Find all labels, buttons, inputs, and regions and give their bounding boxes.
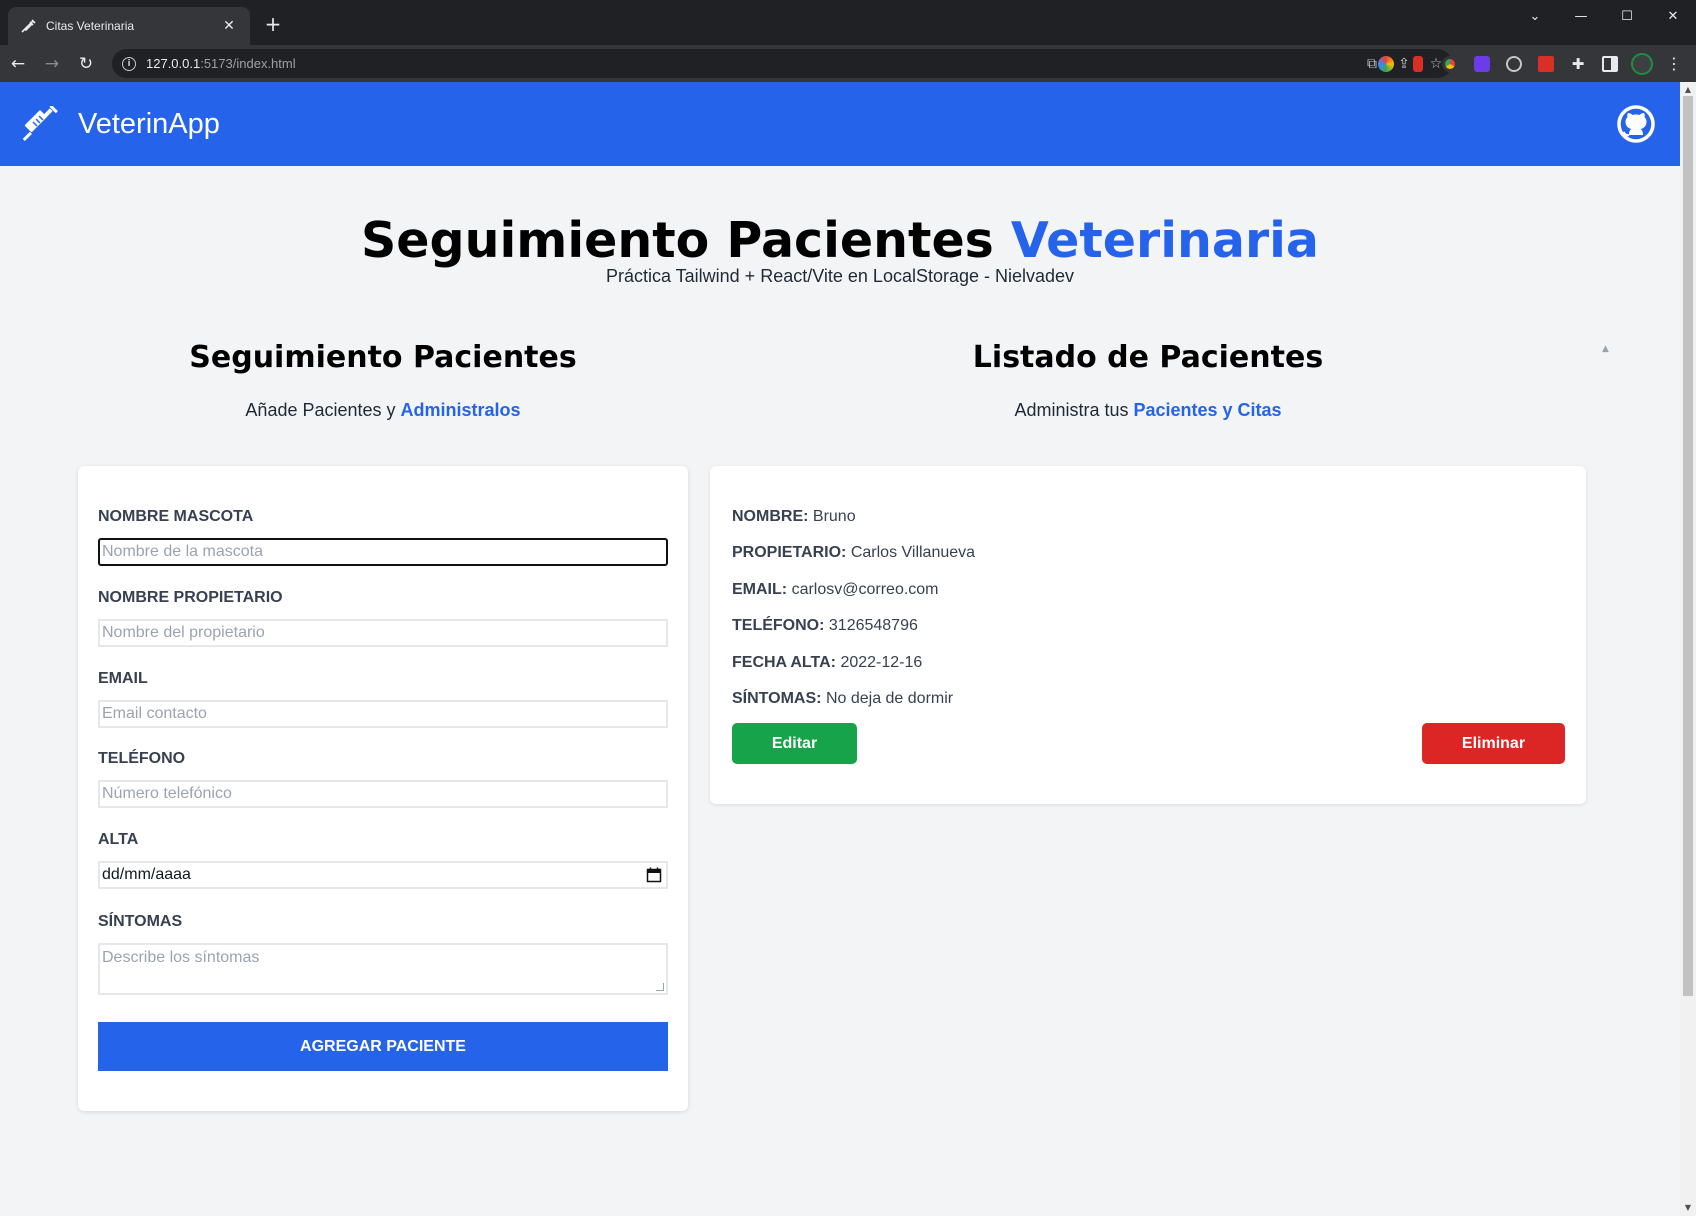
page-title-accent: Veterinaria xyxy=(1010,212,1319,269)
close-window-button[interactable]: ✕ xyxy=(1650,0,1696,32)
form-section-subtitle-prefix: Añade Pacientes y xyxy=(245,400,401,420)
symptoms-textarea[interactable]: Describe los síntomas xyxy=(98,943,668,995)
list-scroll-up-icon[interactable]: ▲ xyxy=(1602,344,1609,354)
syringe-icon xyxy=(20,18,36,34)
patient-symptoms-row: SÍNTOMAS: No deja de dormir xyxy=(732,690,953,708)
patient-phone-label: TELÉFONO: xyxy=(732,617,825,634)
extensions-puzzle-icon[interactable]: ✚ xyxy=(1562,45,1594,82)
brand-name[interactable]: VeterinApp xyxy=(78,108,220,141)
owner-name-input[interactable]: Nombre del propietario xyxy=(98,619,668,647)
browser-tab[interactable]: Citas Veterinaria ✕ xyxy=(8,7,250,45)
date-label: ALTA xyxy=(98,831,139,848)
extension-purple-icon[interactable] xyxy=(1466,45,1498,82)
page-scrollbar-thumb[interactable] xyxy=(1683,96,1693,996)
address-bar[interactable]: i 127.0.0.1 :5173/index.html ⧉ ⇪ ☆ xyxy=(112,49,1452,78)
browser-toolbar: ← → ↻ i 127.0.0.1 :5173/index.html ⧉ ⇪ ☆… xyxy=(0,45,1696,82)
patient-owner-row: PROPIETARIO: Carlos Villanueva xyxy=(732,544,975,562)
email-label: EMAIL xyxy=(98,670,148,687)
tab-close-icon[interactable]: ✕ xyxy=(220,18,238,34)
extension-chrome-icon[interactable] xyxy=(1434,45,1466,82)
add-patient-button[interactable]: AGREGAR PACIENTE xyxy=(98,1022,668,1071)
calendar-icon[interactable] xyxy=(646,867,662,883)
extension-color-icon[interactable] xyxy=(1370,45,1402,82)
list-section-subtitle: Administra tus Pacientes y Citas xyxy=(710,400,1586,421)
patient-owner-label: PROPIETARIO: xyxy=(732,544,847,561)
window-controls: ⌄ — ☐ ✕ xyxy=(1512,0,1696,32)
owner-name-label: NOMBRE PROPIETARIO xyxy=(98,589,283,606)
patient-date-label: FECHA ALTA: xyxy=(732,654,836,671)
patient-symptoms-label: SÍNTOMAS: xyxy=(732,690,822,707)
extension-record-icon[interactable] xyxy=(1498,45,1530,82)
patient-card: NOMBRE: Bruno PROPIETARIO: Carlos Villan… xyxy=(710,466,1586,804)
date-input[interactable]: dd/mm/aaaa xyxy=(98,861,668,889)
profile-avatar[interactable] xyxy=(1626,45,1658,82)
form-section-title: Seguimiento Pacientes xyxy=(189,340,577,375)
page-title-main: Seguimiento Pacientes xyxy=(361,212,1011,269)
menu-kebab-icon[interactable]: ⋮ xyxy=(1658,45,1690,82)
resize-handle-icon[interactable] xyxy=(656,983,664,991)
form-section-subtitle-highlight: Administralos xyxy=(400,400,521,420)
symptoms-label: SÍNTOMAS xyxy=(98,913,183,930)
back-icon[interactable]: ← xyxy=(2,48,34,80)
extension-red-icon[interactable] xyxy=(1402,45,1434,82)
tab-title: Citas Veterinaria xyxy=(46,19,135,33)
url-path: :5173/index.html xyxy=(200,56,296,71)
patient-date-value: 2022-12-16 xyxy=(840,654,923,671)
patient-name-label: NOMBRE: xyxy=(732,508,809,525)
patient-name-value: Bruno xyxy=(812,508,856,525)
side-panel-icon[interactable] xyxy=(1594,45,1626,82)
date-input-value: dd/mm/aaaa xyxy=(102,866,191,883)
pet-name-label: NOMBRE MASCOTA xyxy=(98,508,254,525)
app-header: VeterinApp xyxy=(0,82,1680,166)
syringe-icon xyxy=(22,106,58,141)
list-section-subtitle-highlight: Pacientes y Citas xyxy=(1133,400,1282,420)
pet-name-input[interactable]: Nombre de la mascota xyxy=(98,538,668,566)
patient-date-row: FECHA ALTA: 2022-12-16 xyxy=(732,654,922,672)
patient-email-row: EMAIL: carlosv@correo.com xyxy=(732,581,939,599)
scroll-down-arrow[interactable]: ▼ xyxy=(1683,1203,1693,1213)
tab-search-icon[interactable]: ⌄ xyxy=(1512,0,1558,32)
email-input[interactable]: Email contacto xyxy=(98,700,668,728)
patient-phone-value: 3126548796 xyxy=(828,617,918,634)
extensions-area: ✚ ⋮ xyxy=(1370,45,1690,82)
page-title: Seguimiento Pacientes Veterinaria xyxy=(0,212,1680,269)
maximize-button[interactable]: ☐ xyxy=(1604,0,1650,32)
reload-icon[interactable]: ↻ xyxy=(70,48,102,80)
form-section-subtitle: Añade Pacientes y Administralos xyxy=(78,400,688,421)
patient-email-label: EMAIL: xyxy=(732,581,788,598)
new-tab-button[interactable]: + xyxy=(262,12,284,36)
phone-label: TELÉFONO xyxy=(98,750,186,767)
patient-name-row: NOMBRE: Bruno xyxy=(732,508,856,526)
symptoms-placeholder: Describe los síntomas xyxy=(102,949,260,966)
list-section-title: Listado de Pacientes xyxy=(972,340,1324,375)
patient-email-value: carlosv@correo.com xyxy=(791,581,939,598)
site-info-icon[interactable]: i xyxy=(122,56,136,71)
url-host: 127.0.0.1 xyxy=(146,56,201,71)
extension-gift-icon[interactable] xyxy=(1530,45,1562,82)
forward-icon[interactable]: → xyxy=(36,48,68,80)
patient-phone-row: TELÉFONO: 3126548796 xyxy=(732,617,918,635)
patient-owner-value: Carlos Villanueva xyxy=(850,544,976,561)
browser-titlebar: Citas Veterinaria ✕ + ⌄ — ☐ ✕ xyxy=(0,0,1696,45)
patient-symptoms-value: No deja de dormir xyxy=(825,690,954,707)
edit-button[interactable]: Editar xyxy=(732,723,857,764)
patient-form: NOMBRE MASCOTA Nombre de la mascota NOMB… xyxy=(78,466,688,1111)
minimize-button[interactable]: — xyxy=(1558,0,1604,32)
page-subtitle: Práctica Tailwind + React/Vite en LocalS… xyxy=(605,266,1075,286)
github-icon[interactable] xyxy=(1616,104,1656,144)
phone-input[interactable]: Número telefónico xyxy=(98,780,668,808)
list-section-subtitle-prefix: Administra tus xyxy=(1014,400,1134,420)
scroll-up-arrow[interactable]: ▲ xyxy=(1683,85,1693,95)
delete-button[interactable]: Eliminar xyxy=(1422,723,1565,764)
